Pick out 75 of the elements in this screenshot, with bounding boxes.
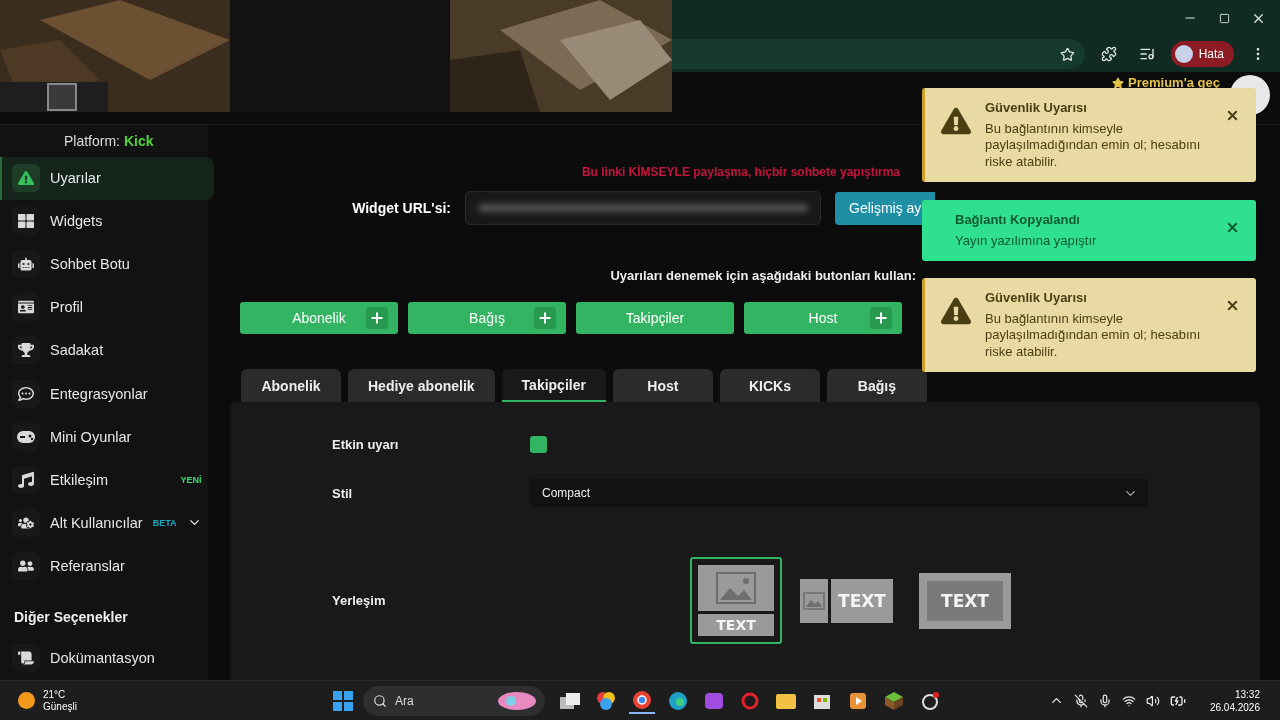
toast-title: Güvenlik Uyarısı (985, 290, 1088, 305)
tab[interactable]: KICKs (719, 369, 820, 402)
warning-icon (941, 296, 971, 326)
grid-icon (12, 207, 40, 236)
layout-caption: TEXT (698, 614, 774, 636)
mic-icon[interactable] (1097, 693, 1112, 708)
section-heading: Diğer Seçenekler (13, 607, 129, 627)
scroll-icon (12, 644, 40, 673)
sidebar-item[interactable]: Dokümantasyon (0, 636, 214, 680)
search-icon (373, 693, 387, 708)
star-icon (1112, 76, 1125, 89)
sidebar-item[interactable]: Mini Oyunlar (0, 415, 214, 459)
toast-title: Güvenlik Uyarısı (985, 100, 1088, 115)
sidebar-item[interactable]: Etkileşim YENİ (0, 458, 214, 502)
sidebar-item[interactable]: Alt Kullanıcılar BETA (0, 501, 214, 545)
tab[interactable]: Hediye abonelik (348, 369, 495, 402)
sidebar-item[interactable]: Entegrasyonlar (0, 372, 214, 416)
start-icon[interactable] (333, 690, 353, 711)
warning-icon (12, 164, 40, 193)
toast-title: Bağlantı Kopyalandı (955, 212, 1081, 227)
url-field[interactable] (465, 191, 821, 225)
layout-caption: TEXT (831, 578, 893, 623)
id-card-icon (12, 293, 40, 322)
toast-message: Yayın yazılımına yapıştır (955, 233, 1098, 250)
platform-name: Kick (124, 132, 154, 149)
profile-button[interactable]: Hata (1170, 41, 1234, 67)
sidebar-item[interactable]: Uyarılar (0, 156, 214, 200)
warning-text: Bu linki KİMSEYLE paylaşma, hiçbir sohbete yapıştırma (580, 165, 901, 181)
field-label: Widget URL'si: (351, 200, 451, 216)
toast-message: Bu bağlantının kimseyle paylaşılmadığından emin ol; hesabını riske atabilir. (985, 311, 1202, 360)
hint-text: Uyarıları denemek için aşağıdaki butonları kullan: (609, 268, 917, 283)
layout-caption: TEXT (919, 572, 1011, 629)
wifi-icon[interactable] (1121, 693, 1136, 708)
plus-icon[interactable] (534, 307, 556, 329)
avatar-icon (1174, 45, 1193, 63)
sidebar-item[interactable]: Referanslar (0, 544, 214, 588)
temperature[interactable]: 21°C (43, 688, 77, 701)
tab[interactable]: Takipçiler (501, 369, 606, 402)
search-field[interactable]: Ara (363, 685, 545, 716)
users-gear-icon (12, 508, 40, 537)
tab[interactable]: Abonelik (241, 369, 341, 402)
warning-icon (941, 106, 971, 136)
gamepad-icon (12, 422, 40, 451)
users-icon (12, 551, 40, 580)
weather-text[interactable]: Güneşli (43, 700, 77, 713)
setting-label: Stil (332, 485, 354, 501)
tab[interactable]: Bağış (826, 369, 927, 402)
image-placeholder-icon (698, 565, 774, 611)
style-dropdown[interactable]: Compact (530, 479, 1148, 507)
platform-label: Platform: (63, 132, 120, 149)
advanced-settings-button[interactable]: Gelişmiş ay (835, 191, 935, 225)
plus-icon[interactable] (870, 307, 892, 329)
chat-icon (12, 379, 40, 408)
setting-label: Yerleşim (332, 593, 387, 608)
music-icon (12, 465, 40, 494)
robot-icon (12, 250, 40, 279)
sidebar-item[interactable]: Profil (0, 285, 214, 329)
trophy-icon (12, 336, 40, 365)
setting-label: Etkin uyarı (332, 437, 400, 452)
bookmark-star-icon[interactable] (1059, 46, 1075, 62)
tab[interactable]: Host (612, 369, 713, 402)
layout-option[interactable]: TEXT (911, 564, 1019, 637)
toast-message: Bu bağlantının kimseyle paylaşılmadığından emin ol; hesabını riske atabilir. (985, 121, 1202, 170)
clock[interactable]: 13:32 26.04.2026 (1209, 687, 1260, 714)
image-placeholder-icon (800, 578, 828, 623)
sidebar-item[interactable]: Widgets (0, 199, 214, 243)
badge-label: BETA (152, 517, 177, 528)
muted-mic-icon[interactable] (1073, 693, 1088, 708)
sidebar-item[interactable]: Sohbet Botu (0, 242, 214, 286)
badge-label: YENİ (180, 474, 202, 485)
sidebar-item[interactable]: Sadakat (0, 328, 214, 372)
plus-icon[interactable] (366, 307, 388, 329)
speaker-icon[interactable] (1145, 693, 1160, 708)
checkbox[interactable] (530, 436, 547, 453)
sun-icon[interactable] (18, 692, 35, 709)
